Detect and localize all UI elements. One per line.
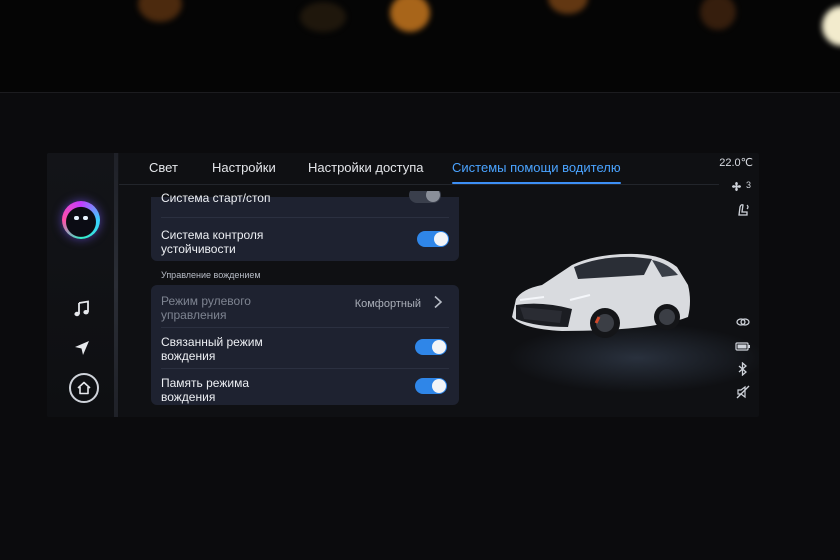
rail-divider xyxy=(114,153,118,417)
settings-card-general: Система старт/стоп Система контроля усто… xyxy=(151,191,459,261)
toggle-knob xyxy=(432,379,446,393)
toggle-knob xyxy=(426,191,440,202)
linked-drive-mode-label-2: вождения xyxy=(161,349,216,363)
steering-mode-row[interactable]: Режим рулевого управления Комфортный xyxy=(161,294,449,324)
assistant-eye-icon xyxy=(83,216,88,220)
tab-divider xyxy=(119,184,719,185)
toggle-knob xyxy=(434,232,448,246)
background-light xyxy=(138,0,182,22)
stability-control-row[interactable]: Система контроля устойчивости xyxy=(161,228,449,258)
drive-mode-memory-label-2: вождения xyxy=(161,390,216,404)
connectivity-icon[interactable] xyxy=(735,315,751,329)
left-rail xyxy=(47,153,119,417)
toggle-knob xyxy=(432,340,446,354)
temperature-readout: 22.0℃ xyxy=(719,157,753,169)
assistant-avatar-icon[interactable] xyxy=(62,201,100,239)
tab-driver-assistance[interactable]: Системы помощи водителю xyxy=(452,158,621,184)
tab-settings[interactable]: Настройки xyxy=(212,158,276,184)
drive-mode-memory-label-1: Память режима xyxy=(161,376,249,390)
home-icon xyxy=(77,381,91,395)
background-light xyxy=(390,0,430,32)
steering-mode-value: Комфортный xyxy=(354,298,421,310)
car-image xyxy=(512,253,690,338)
drive-mode-memory-row[interactable]: Память режима вождения xyxy=(161,376,449,406)
background-light xyxy=(700,0,736,30)
fan-icon xyxy=(731,181,742,192)
background-light xyxy=(822,6,840,46)
stability-control-toggle[interactable] xyxy=(417,231,449,247)
start-stop-toggle[interactable] xyxy=(409,191,441,203)
battery-icon xyxy=(735,342,750,351)
stability-control-label-2: устойчивости xyxy=(161,242,236,256)
infotainment-screen: Свет Настройки Настройки доступа Системы… xyxy=(47,153,759,417)
linked-drive-mode-toggle[interactable] xyxy=(415,339,447,355)
background-light xyxy=(548,0,588,14)
home-button[interactable] xyxy=(69,373,99,403)
tab-light[interactable]: Свет xyxy=(149,158,178,184)
tab-access-settings[interactable]: Настройки доступа xyxy=(308,158,424,184)
fan-speed-value: 3 xyxy=(745,180,751,190)
start-stop-row[interactable]: Система старт/стоп xyxy=(161,191,449,205)
linked-drive-mode-label-1: Связанный режим xyxy=(161,335,263,349)
tab-driver-assistance-label: Системы помощи водителю xyxy=(452,160,621,175)
fan-speed-indicator[interactable]: 3 xyxy=(731,180,751,194)
linked-drive-mode-row[interactable]: Связанный режим вождения xyxy=(161,335,449,365)
start-stop-label: Система старт/стоп xyxy=(161,191,271,205)
music-icon[interactable] xyxy=(69,296,95,322)
row-divider xyxy=(161,327,449,328)
settings-card-driving: Режим рулевого управления Комфортный Свя… xyxy=(151,285,459,405)
section-title-driving: Управление вождением xyxy=(161,270,261,280)
background-light xyxy=(300,2,346,32)
mute-icon[interactable] xyxy=(735,385,751,399)
drive-mode-memory-toggle[interactable] xyxy=(415,378,447,394)
seat-heating-icon[interactable] xyxy=(735,203,751,217)
bluetooth-icon[interactable] xyxy=(735,362,751,376)
navigation-icon[interactable] xyxy=(69,335,95,361)
stability-control-label-1: Система контроля xyxy=(161,228,264,242)
row-divider xyxy=(161,368,449,369)
assistant-eye-icon xyxy=(74,216,79,220)
row-divider xyxy=(161,217,449,218)
chevron-right-icon xyxy=(434,295,443,309)
